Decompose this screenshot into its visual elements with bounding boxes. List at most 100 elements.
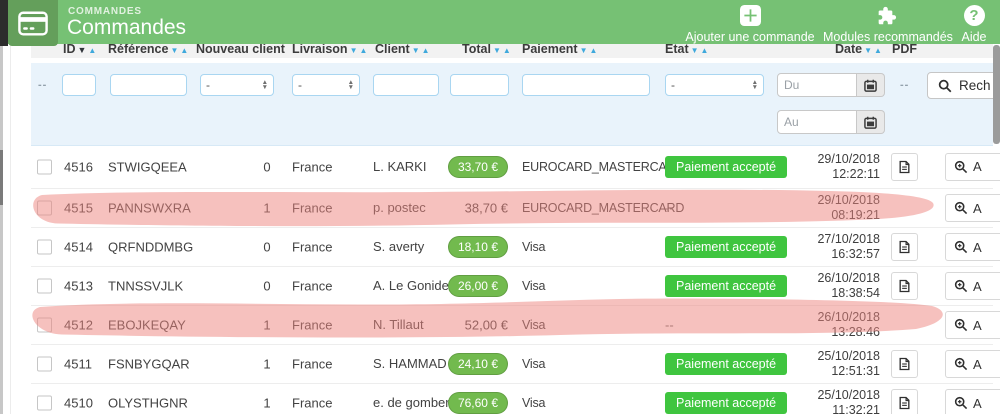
view-button-label: A bbox=[973, 395, 982, 411]
select-stepper-icon: ▲ ▼ bbox=[751, 79, 758, 91]
order-reference: OLYSTHGNR bbox=[108, 395, 188, 411]
pdf-invoice-button[interactable] bbox=[891, 233, 918, 261]
content-edge-line bbox=[10, 46, 11, 414]
help-button[interactable]: ? Aide bbox=[950, 5, 998, 44]
filter-client-input[interactable] bbox=[373, 74, 439, 96]
order-id: 4511 bbox=[64, 356, 92, 372]
calendar-icon[interactable] bbox=[857, 73, 885, 97]
filter-status-select[interactable]: - ▲ ▼ bbox=[665, 74, 764, 96]
sort-up-icon[interactable]: ▲ bbox=[360, 46, 368, 55]
zoom-in-icon bbox=[954, 240, 968, 254]
column-header-label: PDF bbox=[892, 42, 917, 56]
filter-new-client-select[interactable]: - ▲ ▼ bbox=[200, 74, 274, 96]
row-checkbox[interactable] bbox=[37, 395, 52, 411]
total-badge: 24,10 € bbox=[447, 353, 508, 375]
order-payment: Visa bbox=[522, 279, 546, 293]
row-checkbox[interactable] bbox=[37, 356, 52, 372]
sort-down-icon[interactable]: ▼ bbox=[412, 46, 420, 55]
order-total: 18,10 € bbox=[427, 236, 508, 258]
view-order-button[interactable]: A bbox=[945, 194, 1000, 222]
filter-delivery-select[interactable]: - ▲ ▼ bbox=[292, 74, 360, 96]
search-icon bbox=[938, 79, 952, 93]
row-checkbox[interactable] bbox=[37, 159, 52, 174]
filter-total-input[interactable] bbox=[450, 74, 509, 96]
order-date: 25/10/2018 11:32:21 bbox=[787, 388, 880, 414]
table-row[interactable]: 4510 OLYSTHGNR 1 France e. de gombert 76,60 €… bbox=[31, 384, 1000, 414]
order-date-day: 29/10/2018 bbox=[817, 193, 880, 207]
row-checkbox[interactable] bbox=[37, 278, 52, 294]
status-badge: Paiement accepté bbox=[665, 275, 788, 297]
add-order-button[interactable]: Ajouter une commande bbox=[682, 5, 818, 44]
order-date-time: 13:28:46 bbox=[831, 325, 880, 339]
sort-up-icon[interactable]: ▲ bbox=[874, 46, 882, 55]
sort-up-icon[interactable]: ▲ bbox=[180, 46, 188, 55]
total-badge: 76,60 € bbox=[447, 392, 508, 414]
order-id: 4516 bbox=[64, 159, 93, 174]
sort-up-icon[interactable]: ▲ bbox=[422, 46, 430, 55]
order-new-client: 1 bbox=[263, 317, 271, 333]
search-button-label: Rech bbox=[959, 78, 991, 93]
order-payment: EUROCARD_MASTERCARD bbox=[522, 201, 685, 215]
view-order-button[interactable]: A bbox=[945, 311, 1000, 339]
sort-up-icon[interactable]: ▲ bbox=[701, 46, 709, 55]
sort-down-icon[interactable]: ▼ bbox=[350, 46, 358, 55]
filter-id-input[interactable] bbox=[62, 74, 96, 96]
sort-down-icon[interactable]: ▼ bbox=[864, 46, 872, 55]
filter-date-to-input[interactable] bbox=[777, 110, 857, 134]
filter-date-from-input[interactable] bbox=[777, 73, 857, 97]
view-order-button[interactable]: A bbox=[945, 272, 1000, 300]
view-order-button[interactable]: A bbox=[945, 350, 1000, 378]
sort-down-icon[interactable]: ▼ bbox=[691, 46, 699, 55]
sort-down-icon[interactable]: ▼ bbox=[493, 46, 501, 55]
sort-up-icon[interactable]: ▲ bbox=[88, 46, 96, 55]
vertical-scrollbar-thumb[interactable] bbox=[993, 45, 1000, 144]
table-row[interactable]: 4516 STWIGQEEA 0 France L. KARKI 33,70 € EUROC… bbox=[31, 145, 1000, 189]
pdf-filter-empty: -- bbox=[900, 79, 910, 91]
recommended-modules-label: Modules recommandés bbox=[823, 30, 953, 44]
table-row[interactable]: 4513 TNNSSVJLK 0 France A. Le Gonidec 26,00 €… bbox=[31, 267, 1000, 306]
table-row[interactable]: 4514 QRFNDDMBG 0 France S. averty 18,10 € Visa… bbox=[31, 228, 1000, 267]
view-button-label: A bbox=[973, 278, 982, 294]
table-row[interactable]: 4512 EBOJKEQAY 1 France N. Tillaut 52,00 € Vis… bbox=[31, 306, 1000, 345]
view-order-button[interactable]: A bbox=[945, 152, 1000, 181]
view-button-label: A bbox=[973, 356, 982, 372]
order-new-client: 0 bbox=[263, 159, 271, 174]
filter-reference-input[interactable] bbox=[110, 74, 187, 96]
row-checkbox[interactable] bbox=[37, 317, 52, 333]
order-delivery: France bbox=[292, 395, 333, 411]
sort-up-icon[interactable]: ▲ bbox=[503, 46, 511, 55]
search-button[interactable]: Rech bbox=[927, 72, 1000, 99]
document-icon bbox=[899, 357, 910, 371]
pdf-invoice-button[interactable] bbox=[891, 152, 918, 181]
order-id: 4515 bbox=[64, 200, 93, 216]
filter-date-from-group bbox=[777, 73, 885, 97]
order-date-time: 18:38:54 bbox=[831, 286, 880, 300]
column-header-label: Livraison bbox=[292, 42, 348, 56]
sort-down-icon[interactable]: ▼ bbox=[170, 46, 178, 55]
row-checkbox[interactable] bbox=[37, 200, 52, 216]
order-date-time: 16:32:57 bbox=[831, 247, 880, 261]
pdf-invoice-button[interactable] bbox=[891, 350, 918, 378]
left-sidebar-scrollbar-thumb bbox=[0, 150, 3, 205]
column-header-label: Total bbox=[462, 42, 491, 56]
order-reference: STWIGQEEA bbox=[108, 159, 187, 174]
recommended-modules-button[interactable]: Modules recommandés bbox=[823, 5, 953, 44]
pdf-invoice-button[interactable] bbox=[891, 389, 918, 414]
sort-down-icon[interactable]: ▼ bbox=[78, 45, 87, 55]
pdf-invoice-button[interactable] bbox=[891, 272, 918, 300]
checkbox-filter-empty: -- bbox=[38, 79, 48, 91]
table-row[interactable]: 4515 PANNSWXRA 1 France p. postec 38,70 € EURO… bbox=[31, 189, 1000, 228]
sort-up-icon[interactable]: ▲ bbox=[590, 46, 598, 55]
sort-down-icon[interactable]: ▼ bbox=[580, 46, 588, 55]
order-total: 24,10 € bbox=[427, 353, 508, 375]
sidebar-edge-corner bbox=[0, 0, 8, 46]
order-status: Paiement accepté bbox=[665, 353, 788, 375]
view-order-button[interactable]: A bbox=[945, 233, 1000, 261]
row-checkbox[interactable] bbox=[37, 239, 52, 255]
table-row[interactable]: 4511 FSNBYGQAR 1 France S. HAMMAD 24,10 € Visa… bbox=[31, 345, 1000, 384]
filter-payment-input[interactable] bbox=[522, 74, 650, 96]
order-date-time: 12:22:11 bbox=[832, 166, 880, 181]
view-order-button[interactable]: A bbox=[945, 389, 1000, 414]
order-delivery: France bbox=[292, 159, 333, 174]
calendar-icon[interactable] bbox=[857, 110, 885, 134]
